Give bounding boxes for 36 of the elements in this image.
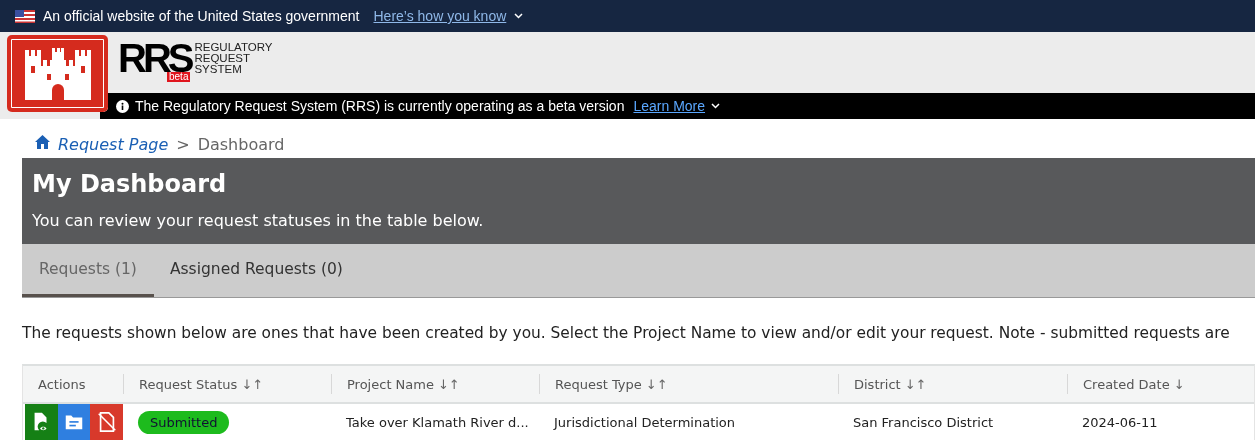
column-header[interactable]: Request Type ↓↑ (539, 374, 838, 394)
breadcrumb-link[interactable]: Request Page (58, 135, 169, 154)
notice-text: The Regulatory Request System (RRS) is currently operating as a beta version (135, 98, 625, 114)
chevron-down-icon (711, 103, 721, 109)
home-icon (35, 134, 50, 149)
action-button[interactable] (25, 404, 58, 440)
status-badge: Submitted (138, 410, 230, 434)
column-header[interactable]: Created Date ↓ (1067, 374, 1254, 394)
learn-more-link[interactable]: Learn More (633, 98, 706, 114)
how-you-know-link[interactable]: Here’s how you know (373, 8, 507, 24)
page-subtitle: You can review your request statuses in the table below. (32, 211, 485, 230)
page-title: My Dashboard (32, 169, 228, 200)
breadcrumb-separator: > (176, 135, 190, 154)
flag-icon (15, 9, 35, 23)
crossed-file-icon (95, 411, 118, 433)
beta-tag: beta (167, 72, 191, 82)
tab[interactable]: Assigned Requests (0) (153, 244, 359, 297)
banner-text: An official website of the United States government (43, 8, 360, 24)
column-header[interactable]: Project Name ↓↑ (331, 374, 539, 394)
breadcrumb-current: Dashboard (197, 135, 285, 154)
project-link[interactable]: Take over Klamath River d... (346, 414, 529, 430)
table-cell: Jurisdictional Determination (554, 414, 736, 430)
table-cell: San Francisco District (853, 414, 994, 430)
column-header[interactable]: Actions (23, 374, 123, 394)
logo-subtitle: REGULATORY (194, 42, 273, 53)
tab[interactable]: Requests (1) (22, 244, 154, 297)
info-icon (116, 99, 129, 113)
chevron-down-icon (514, 13, 524, 19)
column-header[interactable]: District ↓↑ (838, 374, 1067, 394)
table-cell: 2024-06-11 (1082, 414, 1158, 430)
intro-text: The requests shown below are ones that have been created by you. Select the Project Name to view and/or edit your request. Note - submitted requests are (22, 324, 1231, 342)
action-button[interactable] (57, 404, 91, 440)
logo-subtitle: REQUEST (194, 53, 252, 64)
action-button[interactable] (90, 404, 123, 440)
logo-subtitle: SYSTEM (194, 64, 242, 75)
column-header[interactable]: Request Status ↓↑ (123, 374, 331, 394)
